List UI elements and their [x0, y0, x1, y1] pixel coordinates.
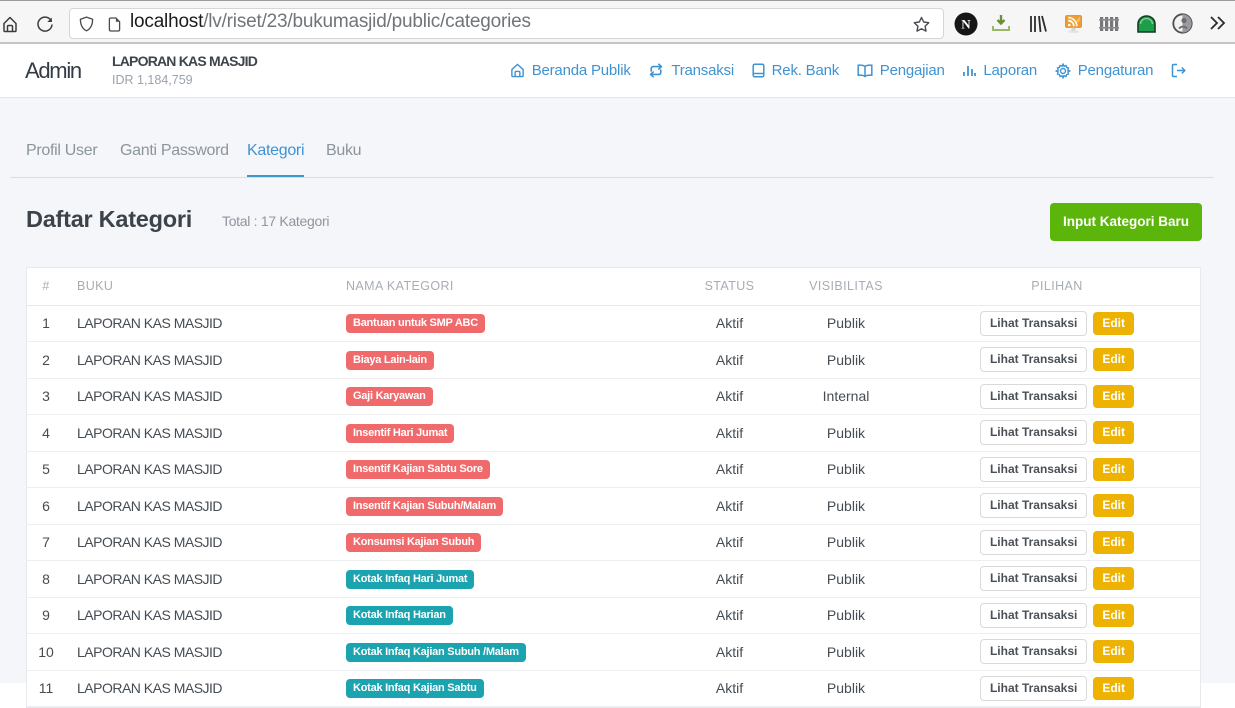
svg-text:N: N [961, 17, 971, 32]
